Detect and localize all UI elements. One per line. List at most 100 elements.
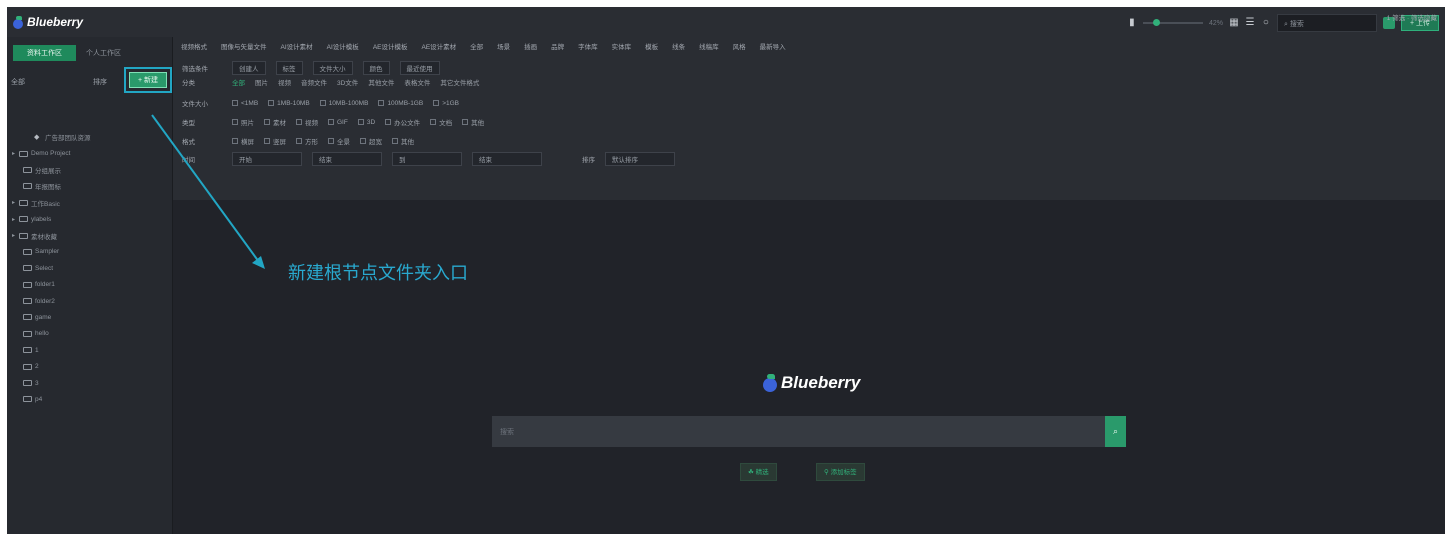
tab-personal-workspace[interactable]: 个人工作区 (86, 48, 121, 58)
checkbox[interactable] (319, 100, 326, 106)
date-end-input-2[interactable]: 结束 (472, 152, 542, 166)
chevron-right-icon[interactable]: ▸ (11, 199, 16, 206)
tree-item[interactable]: hello (7, 326, 173, 342)
filter-option[interactable]: 10MB-100MB (319, 100, 368, 107)
checkbox[interactable] (392, 138, 398, 144)
checkbox[interactable] (232, 138, 238, 144)
filter-option[interactable]: 全景 (328, 136, 350, 146)
chevron-right-icon[interactable]: ▸ (11, 232, 16, 239)
filter-option[interactable]: 竖屏 (264, 136, 286, 146)
filter-option[interactable]: 素材 (264, 117, 286, 127)
checkbox[interactable] (430, 119, 437, 125)
date-start-input[interactable]: 开始 (232, 152, 302, 166)
filter-bar-item[interactable]: 最新导入 (760, 41, 786, 51)
tree-item[interactable]: Sampler (7, 244, 173, 260)
filter-bar-item[interactable]: 风格 (733, 41, 746, 51)
filter-bar-item[interactable]: 模板 (645, 41, 658, 51)
chevron-right-icon[interactable]: ▸ (11, 216, 16, 223)
filter-option[interactable]: GIF (328, 119, 348, 126)
list-view-icon[interactable]: ☰ (1245, 17, 1255, 29)
filter-option[interactable]: 视频 (278, 77, 291, 87)
filter-bar-item[interactable]: 线条 (672, 41, 685, 51)
app-logo[interactable]: Blueberry (13, 15, 83, 29)
tree-item[interactable]: 年报图标 (7, 178, 173, 194)
refresh-icon[interactable]: ○ (1261, 17, 1271, 29)
checkbox[interactable] (328, 138, 334, 144)
filter-option[interactable]: <1MB (232, 100, 258, 107)
zoom-slider-knob[interactable] (1152, 19, 1160, 26)
checkbox[interactable] (232, 100, 238, 106)
checkbox[interactable] (360, 138, 366, 144)
filter-bar-item[interactable]: AI设计模板 (327, 41, 359, 51)
chevron-right-icon[interactable]: ▸ (11, 150, 16, 157)
size-select[interactable]: 文件大小 (312, 61, 353, 75)
file-icon[interactable]: ▮ (1127, 17, 1137, 29)
filter-option[interactable]: 1MB-10MB (268, 100, 310, 107)
filter-option[interactable]: 3D文件 (337, 77, 358, 87)
zoom-slider[interactable] (1142, 19, 1203, 26)
checkbox[interactable] (296, 138, 302, 144)
filter-bar-item[interactable]: AE设计模板 (373, 41, 408, 51)
filter-option[interactable]: 照片 (232, 117, 254, 127)
tag-select[interactable]: 标签 (275, 61, 303, 75)
main-search-input[interactable]: 搜索 (492, 416, 1105, 447)
filter-bar-item[interactable]: 视频格式 (181, 41, 207, 51)
checkbox[interactable] (462, 119, 469, 125)
checkbox[interactable] (264, 119, 270, 125)
filter-option[interactable]: 超宽 (360, 136, 382, 146)
filter-bar-item[interactable]: 字体库 (578, 41, 598, 51)
tab-team-workspace[interactable]: 资料工作区 (13, 45, 76, 61)
tree-item[interactable]: 2 (7, 358, 173, 374)
filter-bar-item[interactable]: 品牌 (551, 41, 564, 51)
filter-bar-item[interactable]: AE设计素材 (421, 41, 456, 51)
chip-add-tag[interactable]: ⚲ 添加标签 (816, 463, 865, 481)
checkbox[interactable] (433, 100, 440, 106)
filter-option[interactable]: 音频文件 (301, 77, 327, 87)
checkbox[interactable] (232, 119, 238, 125)
filter-option[interactable]: 其他 (392, 136, 414, 146)
filter-bar-item[interactable]: 图像与矢量文件 (221, 41, 267, 51)
top-search-input[interactable]: ⌕ 搜索 (1276, 14, 1377, 32)
tree-item[interactable]: 3 (7, 375, 173, 391)
filter-bar-item[interactable]: 场景 (497, 41, 510, 51)
date-end-input[interactable]: 结束 (312, 152, 382, 166)
all-label[interactable]: 全部 (11, 77, 25, 87)
creator-select[interactable]: 创建人 (232, 61, 266, 75)
tree-item[interactable]: ◆ 广告部团队资源 (7, 129, 173, 145)
checkbox[interactable] (264, 138, 270, 144)
color-select[interactable]: 颜色 (362, 61, 390, 75)
tree-item[interactable]: folder1 (7, 277, 173, 293)
filter-bar-item[interactable]: 插画 (524, 41, 537, 51)
tree-item[interactable]: Select (7, 260, 173, 276)
filter-bar-item[interactable]: AI设计素材 (281, 41, 313, 51)
tree-item[interactable]: 分组展示 (7, 162, 173, 178)
filter-option[interactable]: 横屏 (232, 136, 254, 146)
filter-option[interactable]: 图片 (255, 77, 268, 87)
chip-featured[interactable]: ☘ 精选 (740, 463, 777, 481)
search-submit-button[interactable]: ⌕ (1105, 416, 1126, 447)
tree-item[interactable]: ▸ 工作Basic (7, 195, 173, 211)
filter-option[interactable]: 其他文件 (368, 77, 394, 87)
filter-option[interactable]: 办公文件 (385, 117, 420, 127)
filter-option[interactable]: 全部 (232, 77, 245, 87)
new-folder-button[interactable]: + 新建 (129, 72, 167, 88)
filter-bar-item[interactable]: 全部 (470, 41, 483, 51)
filter-option[interactable]: >1GB (433, 100, 459, 107)
filter-option[interactable]: 视频 (296, 117, 318, 127)
tree-item[interactable]: ▸ Demo Project (7, 145, 173, 161)
checkbox[interactable] (385, 119, 392, 125)
tree-item[interactable]: game (7, 309, 173, 325)
checkbox[interactable] (357, 119, 364, 125)
tree-item[interactable]: ▸ 素材收藏 (7, 227, 173, 243)
filter-option[interactable]: 方形 (296, 136, 318, 146)
checkbox[interactable] (296, 119, 302, 125)
date-start-input-2[interactable]: 到 (392, 152, 462, 166)
checkbox[interactable] (268, 100, 275, 106)
filter-option[interactable]: 3D (357, 119, 375, 126)
filter-option[interactable]: 表格文件 (404, 77, 430, 87)
sort-label[interactable]: 排序 (93, 77, 107, 87)
filter-bar-item[interactable]: 线稿库 (699, 41, 719, 51)
tree-item[interactable]: p4 (7, 391, 173, 407)
filter-option[interactable]: 文档 (430, 117, 452, 127)
tree-item[interactable]: ▸ ylabels (7, 211, 173, 227)
